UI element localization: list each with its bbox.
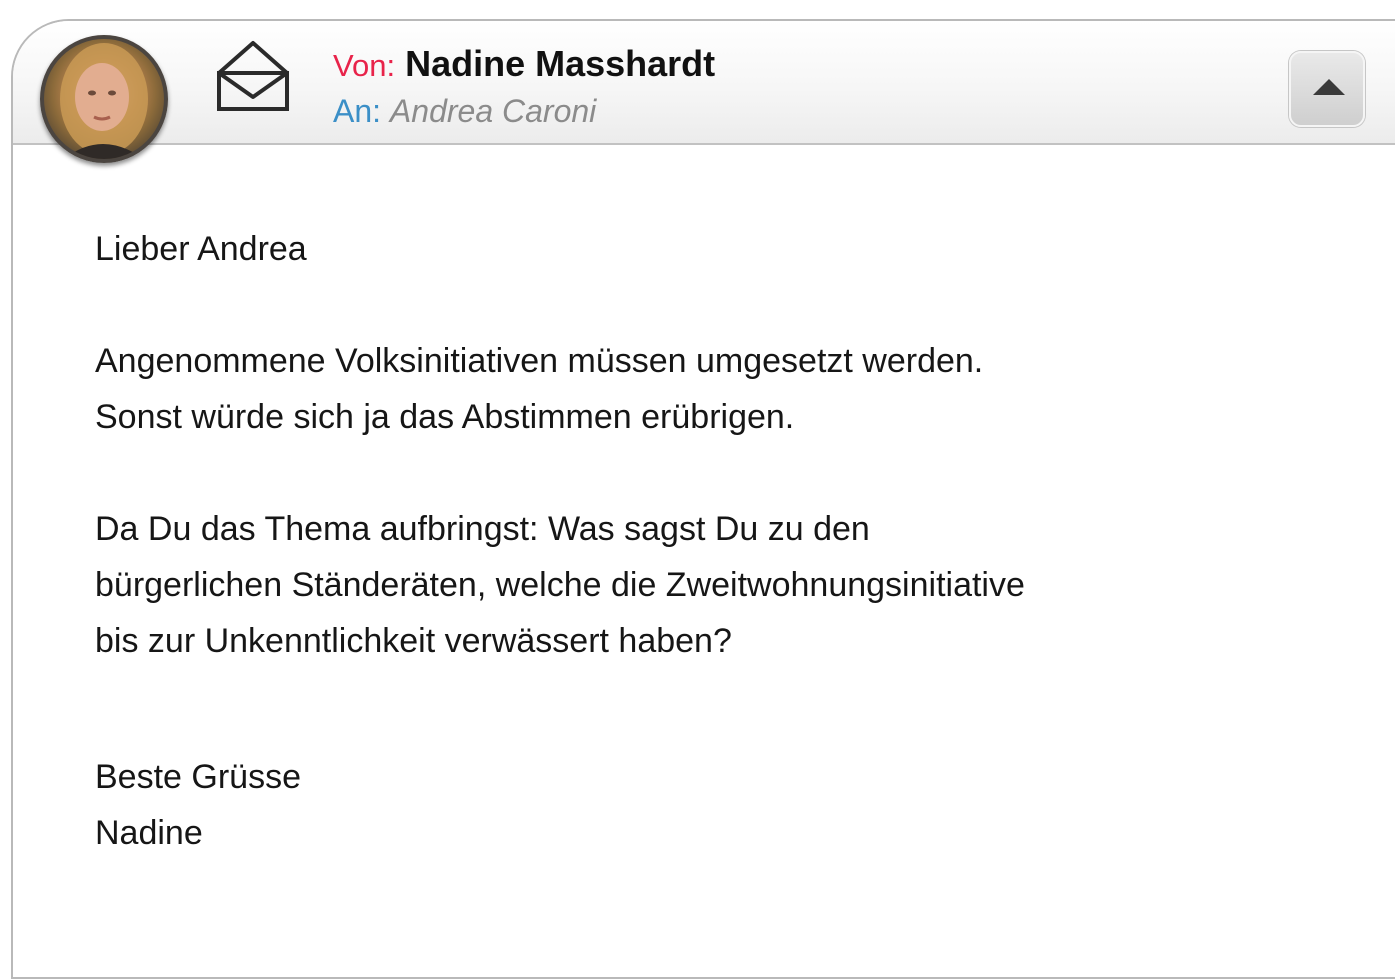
message-header: Von: Nadine Masshardt An: Andrea Caroni	[13, 21, 1395, 163]
paragraph-2-line-1: Da Du das Thema aufbringst: Was sagst Du…	[95, 510, 870, 548]
open-envelope-icon	[217, 41, 289, 111]
message-body: Lieber Andrea Angenommene Volksinitiativ…	[95, 221, 1295, 861]
message-card: Von: Nadine Masshardt An: Andrea Caroni …	[11, 19, 1395, 979]
sender-avatar[interactable]	[40, 35, 168, 163]
paragraph-2-line-2: bürgerlichen Ständeräten, welche die Zwe…	[95, 566, 1025, 604]
message-meta: Von: Nadine Masshardt An: Andrea Caroni	[333, 41, 715, 133]
paragraph-1-line-2: Sonst würde sich ja das Abstimmen erübri…	[95, 398, 795, 436]
paragraph-1-line-1: Angenommene Volksinitiativen müssen umge…	[95, 342, 984, 380]
signature: Nadine	[95, 814, 203, 852]
from-label: Von:	[333, 48, 396, 83]
to-label: An:	[333, 93, 382, 129]
recipient-name[interactable]: Andrea Caroni	[390, 93, 596, 129]
collapse-button[interactable]	[1289, 51, 1365, 127]
caret-up-icon	[1313, 79, 1345, 95]
sender-name[interactable]: Nadine Masshardt	[405, 43, 715, 84]
avatar-photo	[60, 43, 148, 159]
closing: Beste Grüsse	[95, 758, 301, 796]
to-line: An: Andrea Caroni	[333, 89, 715, 133]
greeting: Lieber Andrea	[95, 230, 307, 268]
from-line: Von: Nadine Masshardt	[333, 41, 715, 89]
paragraph-2-line-3: bis zur Unkenntlichkeit verwässert haben…	[95, 622, 732, 660]
